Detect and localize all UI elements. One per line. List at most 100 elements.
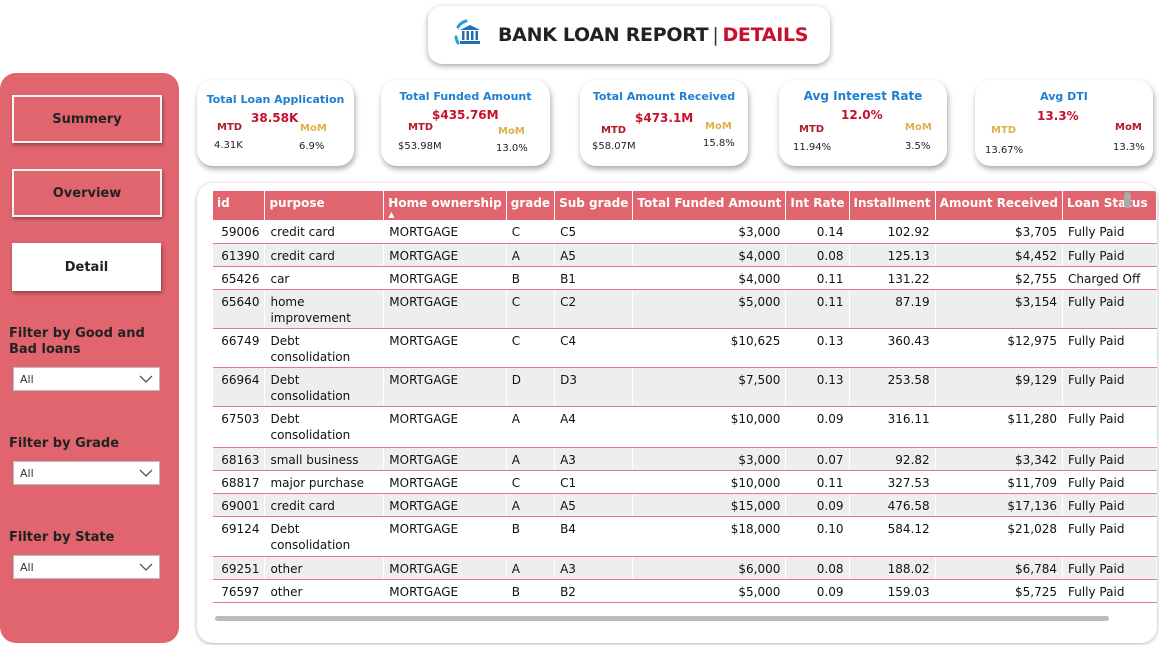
table-cell: 360.43 <box>849 328 936 368</box>
kpi-value: 12.0% <box>841 108 883 122</box>
table-cell: C <box>506 220 556 244</box>
table-cell: $12,975 <box>935 328 1064 368</box>
kpi-value: $473.1M <box>635 111 694 125</box>
table-cell: A4 <box>554 406 634 448</box>
table-cell: B1 <box>554 266 634 290</box>
table-cell: credit card <box>264 493 385 517</box>
table-cell: 0.13 <box>785 328 850 368</box>
table-cell: Fully Paid <box>1062 556 1157 580</box>
kpi-mtd-value: 11.94% <box>793 142 832 153</box>
kpi-title: Total Loan Application <box>206 93 345 106</box>
table-cell: 69124 <box>213 516 266 557</box>
table-cell: D3 <box>554 367 634 407</box>
kpi-title: Total Funded Amount <box>399 90 532 103</box>
kpi-mom-value: 13.0% <box>496 143 528 154</box>
table-cell: $5,000 <box>632 579 787 603</box>
kpi-avg-dti: Avg DTI 13.3% MTD MoM 13.67% 13.3% <box>975 80 1153 166</box>
horizontal-scrollbar[interactable] <box>215 616 1109 621</box>
kpi-total-loan-application: Total Loan Application 38.58K MTD MoM 4.… <box>197 80 354 166</box>
table-cell: 131.22 <box>849 266 936 290</box>
vertical-scrollbar[interactable] <box>1124 192 1131 208</box>
table-cell: $10,000 <box>632 406 787 448</box>
kpi-total-funded-amount: Total Funded Amount $435.76M MTD MoM $53… <box>381 80 550 166</box>
column-header-id[interactable]: id <box>213 191 266 220</box>
table-row[interactable]: 59006 credit card MORTGAGE C C5 $3,000 0.14 102… <box>213 220 1157 244</box>
column-header-int-rate[interactable]: Int Rate <box>785 191 850 220</box>
table-row[interactable]: 66749 Debt consolidation MORTGAGE C C4 $10,62… <box>213 328 1157 368</box>
table-cell: $3,705 <box>935 220 1064 244</box>
table-cell: A5 <box>554 243 634 267</box>
table-cell: 0.10 <box>785 516 850 557</box>
table-row[interactable]: 69251 other MORTGAGE A A3 $6,000 0.08 188.02 $6,… <box>213 556 1157 580</box>
kpi-mtd-label: MTD <box>799 124 825 135</box>
column-header-loan-status[interactable]: Loan Status <box>1062 191 1157 220</box>
table-cell: 66749 <box>213 328 266 368</box>
table-cell: MORTGAGE <box>383 579 507 603</box>
kpi-mom-label: MoM <box>498 126 525 137</box>
table-cell: 67503 <box>213 406 266 448</box>
table-cell: Fully Paid <box>1062 493 1157 517</box>
nav-overview-button[interactable]: Overview <box>12 169 162 217</box>
table-cell: MORTGAGE <box>383 447 507 471</box>
kpi-mom-value: 6.9% <box>299 141 325 152</box>
table-cell: 0.09 <box>785 406 850 448</box>
kpi-mom-value: 3.5% <box>905 141 931 152</box>
table-cell: Debt consolidation <box>264 406 385 448</box>
kpi-mtd-value: $53.98M <box>398 141 442 152</box>
table-cell: small business <box>264 447 385 471</box>
table-cell: A5 <box>554 493 634 517</box>
table-cell: C <box>506 328 556 368</box>
filter-grade-select[interactable]: All <box>13 461 160 485</box>
nav-summery-button[interactable]: Summery <box>12 95 162 143</box>
table-row[interactable]: 69124 Debt consolidation MORTGAGE B B4 $18,00… <box>213 516 1157 557</box>
column-header-installment[interactable]: Installment <box>849 191 936 220</box>
kpi-title: Total Amount Received <box>592 90 736 103</box>
table-cell: B <box>506 579 556 603</box>
column-header-total-funded-amount[interactable]: Total Funded Amount <box>632 191 787 220</box>
kpi-total-amount-received: Total Amount Received $473.1M MTD MoM $5… <box>580 80 748 166</box>
table-row[interactable]: 68163 small business MORTGAGE A A3 $3,000 0.07… <box>213 447 1157 471</box>
column-header-home-ownership[interactable]: Home ownership ▲ <box>383 191 507 220</box>
table-row[interactable]: 65426 car MORTGAGE B B1 $4,000 0.11 131.22 $2,75… <box>213 266 1157 290</box>
nav-detail-button[interactable]: Detail <box>12 243 161 291</box>
table-cell: $4,452 <box>935 243 1064 267</box>
column-header-grade[interactable]: grade <box>506 191 556 220</box>
bank-icon <box>452 17 488 53</box>
table-cell: Fully Paid <box>1062 367 1157 407</box>
table-body: 59006 credit card MORTGAGE C C5 $3,000 0.14 102… <box>213 220 1157 603</box>
table-cell: $15,000 <box>632 493 787 517</box>
column-header-amount-received[interactable]: Amount Received <box>935 191 1064 220</box>
table-cell: 125.13 <box>849 243 936 267</box>
table-row[interactable]: 65640 home improvement MORTGAGE C C2 $5,000 0.… <box>213 289 1157 329</box>
table-row[interactable]: 66964 Debt consolidation MORTGAGE D D3 $7,500… <box>213 367 1157 407</box>
table-row[interactable]: 61390 credit card MORTGAGE A A5 $4,000 0.08 125… <box>213 243 1157 267</box>
table-cell: MORTGAGE <box>383 289 507 329</box>
table-row[interactable]: 68817 major purchase MORTGAGE C C1 $10,000 0.1… <box>213 470 1157 494</box>
table-cell: 69251 <box>213 556 266 580</box>
table-cell: MORTGAGE <box>383 367 507 407</box>
table-cell: Debt consolidation <box>264 328 385 368</box>
kpi-mom-value: 13.3% <box>1113 142 1145 153</box>
kpi-value: 38.58K <box>251 111 299 125</box>
table-row[interactable]: 67503 Debt consolidation MORTGAGE A A4 $10,00… <box>213 406 1157 448</box>
table-row[interactable]: 76597 other MORTGAGE B B2 $5,000 0.09 159.03 $5,… <box>213 579 1157 603</box>
page-title: BANK LOAN REPORT | DETAILS <box>498 24 809 46</box>
column-header-purpose[interactable]: purpose <box>264 191 385 220</box>
loan-details-table: id purpose Home ownership ▲ grade Sub gra… <box>213 191 1157 603</box>
table-cell: $6,000 <box>632 556 787 580</box>
table-cell: 188.02 <box>849 556 936 580</box>
table-cell: 59006 <box>213 220 266 244</box>
sidebar: Summery Overview Detail Filter by Good a… <box>0 73 179 643</box>
table-cell: other <box>264 579 385 603</box>
table-cell: $3,342 <box>935 447 1064 471</box>
kpi-mom-label: MoM <box>300 123 327 134</box>
table-row[interactable]: 69001 credit card MORTGAGE A A5 $15,000 0.09 47… <box>213 493 1157 517</box>
filter-state-select[interactable]: All <box>13 555 160 579</box>
column-header-sub-grade[interactable]: Sub grade <box>554 191 634 220</box>
table-cell: C2 <box>554 289 634 329</box>
kpi-mom-label: MoM <box>905 122 932 133</box>
filter-good-bad-select[interactable]: All <box>13 367 160 391</box>
table-cell: 87.19 <box>849 289 936 329</box>
kpi-mtd-value: $58.07M <box>592 141 636 152</box>
table-cell: car <box>264 266 385 290</box>
